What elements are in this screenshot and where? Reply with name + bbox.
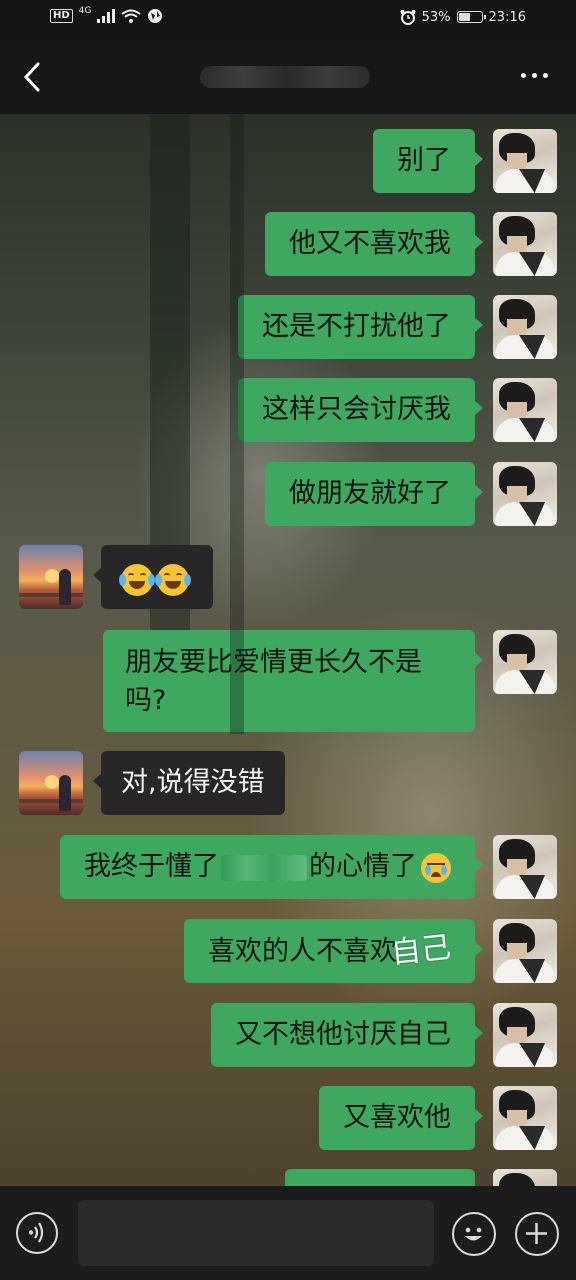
my-avatar[interactable] (493, 378, 557, 442)
contact-avatar[interactable] (19, 751, 83, 815)
message-bubble-outgoing[interactable]: 还是不打扰他了 (238, 295, 483, 359)
status-right: 53% 23:16 (400, 9, 526, 25)
battery-icon (456, 11, 486, 23)
voice-button[interactable] (16, 1212, 58, 1254)
message-bubble-outgoing[interactable]: 做朋友就好了 (265, 462, 483, 526)
my-avatar[interactable] (493, 1086, 557, 1150)
message-bubble-outgoing[interactable]: 又喜欢他 (319, 1086, 483, 1150)
redacted-title (200, 66, 370, 88)
status-bar: HD 4G 53% 23:16 (0, 0, 576, 40)
message-input[interactable] (78, 1200, 434, 1266)
message-bubble-incoming[interactable]: 对,说得没错 (93, 751, 285, 815)
emoji-button[interactable] (452, 1212, 496, 1256)
voice-icon (28, 1222, 44, 1243)
chevron-left-icon (23, 62, 40, 92)
my-avatar[interactable] (493, 835, 557, 899)
back-button[interactable] (18, 60, 48, 94)
my-avatar[interactable] (493, 129, 557, 193)
chat-title (200, 64, 370, 90)
message-bubble-outgoing[interactable]: 别了 (373, 129, 483, 193)
clock: 23:16 (488, 9, 526, 25)
chat-area[interactable]: 别了 他又不喜欢我 还是不打扰他了 这样只会讨厌我 做朋友就好了 朋友要比爱情更… (0, 114, 576, 1186)
my-avatar[interactable] (493, 1003, 557, 1067)
message-bubble-outgoing[interactable]: 他又不喜欢我 (265, 212, 483, 276)
plus-icon (526, 1223, 547, 1244)
message-bubble-outgoing[interactable]: 我终于懂了 的心情了 (60, 835, 483, 899)
globe-icon (147, 8, 163, 24)
message-bubble-outgoing[interactable]: 喜欢的人不喜欢自己 (184, 919, 483, 983)
my-avatar[interactable] (493, 919, 557, 983)
status-left: HD 4G (50, 6, 163, 24)
handwritten-overlay: 自己 (389, 929, 453, 972)
more-dot (543, 73, 548, 78)
my-avatar[interactable] (493, 295, 557, 359)
alarm-icon (400, 9, 416, 25)
signal-icon (97, 9, 116, 23)
battery-percent: 53% (421, 9, 451, 25)
tears-of-joy-emoji-icon (155, 563, 191, 596)
my-avatar[interactable] (493, 630, 557, 694)
wifi-icon (121, 9, 141, 23)
message-bubble-outgoing[interactable]: 朋友要比爱情更长久不是吗? (103, 630, 483, 732)
battery-fill (458, 13, 470, 21)
more-dot (521, 73, 526, 78)
my-avatar[interactable] (493, 462, 557, 526)
more-button[interactable] (521, 73, 548, 78)
contact-avatar[interactable] (19, 545, 83, 609)
message-bubble-outgoing[interactable]: 这样只会讨厌我 (238, 378, 483, 442)
crying-emoji-icon (421, 852, 451, 883)
hd-badge: HD (50, 9, 73, 23)
message-bubble-incoming[interactable] (93, 545, 213, 609)
message-bubble-outgoing[interactable]: 又不想他讨厌自己 (211, 1003, 483, 1067)
message-bubble-outgoing[interactable] (285, 1169, 475, 1186)
network-gen: 4G (78, 6, 92, 16)
more-dot (532, 73, 537, 78)
redacted-name (221, 854, 307, 881)
my-avatar[interactable] (493, 212, 557, 276)
input-bar (0, 1186, 576, 1280)
tears-of-joy-emoji-icon (119, 563, 155, 596)
emoji-icon (465, 1227, 482, 1241)
plus-button[interactable] (515, 1212, 559, 1256)
chat-header (0, 40, 576, 114)
my-avatar[interactable] (493, 1169, 557, 1186)
